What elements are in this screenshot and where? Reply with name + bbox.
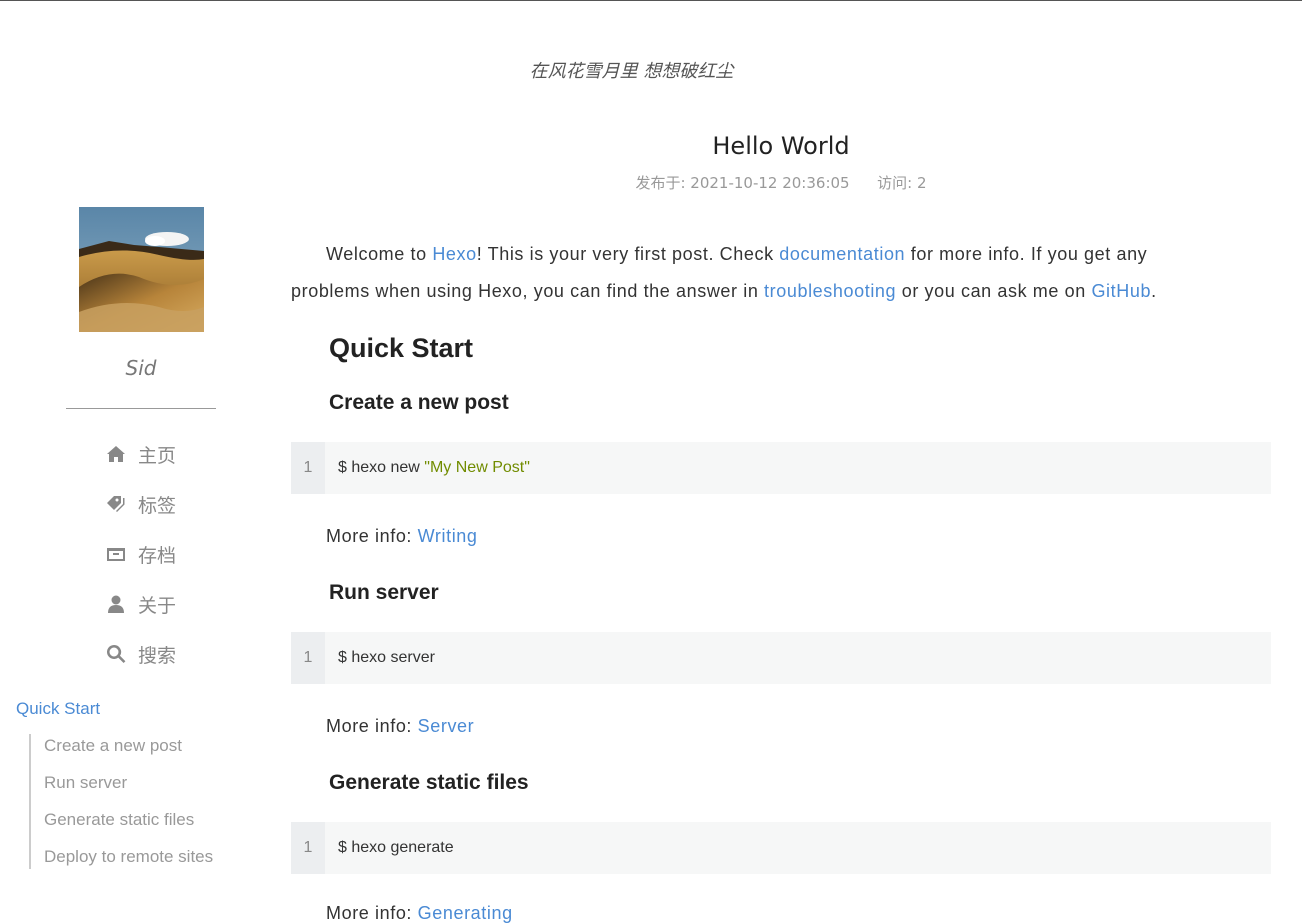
post-title: Hello World bbox=[712, 132, 850, 160]
heading-run-server: Run server bbox=[329, 581, 439, 604]
line-number: 1 bbox=[291, 822, 325, 874]
toc-item-generate-static[interactable]: Generate static files bbox=[44, 808, 213, 832]
toc-item-create-post[interactable]: Create a new post bbox=[44, 734, 213, 758]
generating-link[interactable]: Generating bbox=[418, 903, 513, 923]
more-info-label: More info: bbox=[326, 526, 418, 546]
more-info: More info: Server bbox=[326, 716, 474, 737]
server-link[interactable]: Server bbox=[418, 716, 475, 736]
code-line: $ hexo generate bbox=[325, 822, 454, 874]
hexo-link[interactable]: Hexo bbox=[432, 244, 476, 264]
more-info-label: More info: bbox=[326, 716, 418, 736]
author-name: Sid bbox=[125, 356, 157, 380]
nav-item-tags[interactable]: 标签 bbox=[105, 490, 176, 518]
archive-icon bbox=[105, 543, 127, 565]
code-block: 1 $ hexo new "My New Post" bbox=[291, 442, 1271, 494]
code-command: $ hexo server bbox=[338, 649, 435, 666]
intro-paragraph: Welcome to Hexo! This is your very first… bbox=[291, 236, 1226, 310]
user-icon bbox=[105, 593, 127, 615]
visits-count: 2 bbox=[917, 174, 927, 192]
intro-text: or you can ask me on bbox=[896, 281, 1092, 301]
divider bbox=[66, 408, 216, 409]
toc-item-deploy[interactable]: Deploy to remote sites bbox=[44, 845, 213, 869]
nav-item-label: 关于 bbox=[138, 594, 177, 617]
tags-icon bbox=[105, 493, 127, 515]
troubleshooting-link[interactable]: troubleshooting bbox=[764, 281, 896, 301]
avatar-image bbox=[79, 207, 204, 332]
nav-item-about[interactable]: 关于 bbox=[105, 590, 176, 618]
toc-sublist: Create a new post Run server Generate st… bbox=[29, 734, 213, 869]
heading-create-post: Create a new post bbox=[329, 391, 509, 414]
code-command: $ hexo generate bbox=[338, 839, 454, 856]
writing-link[interactable]: Writing bbox=[418, 526, 478, 546]
published-date: 2021-10-12 20:36:05 bbox=[690, 174, 850, 192]
code-block: 1 $ hexo generate bbox=[291, 822, 1271, 874]
code-command: $ hexo new bbox=[338, 459, 425, 476]
toc-item-run-server[interactable]: Run server bbox=[44, 771, 213, 795]
home-icon bbox=[105, 443, 127, 465]
post-meta: 发布于: 2021-10-12 20:36:05 访问: 2 bbox=[291, 172, 1271, 193]
intro-text: . bbox=[1151, 281, 1157, 301]
table-of-contents: Quick Start Create a new post Run server… bbox=[16, 697, 213, 882]
code-string: "My New Post" bbox=[424, 459, 530, 476]
code-line: $ hexo new "My New Post" bbox=[325, 442, 530, 494]
line-number: 1 bbox=[291, 632, 325, 684]
nav-item-home[interactable]: 主页 bbox=[105, 440, 176, 468]
heading-generate-static: Generate static files bbox=[329, 771, 529, 794]
nav-item-label: 搜索 bbox=[138, 644, 177, 667]
nav-item-label: 主页 bbox=[138, 444, 177, 467]
nav-item-label: 标签 bbox=[138, 494, 177, 517]
documentation-link[interactable]: documentation bbox=[779, 244, 905, 264]
more-info: More info: Writing bbox=[326, 526, 478, 547]
intro-text: ! This is your very first post. Check bbox=[476, 244, 780, 264]
search-icon bbox=[105, 643, 127, 665]
heading-quick-start: Quick Start bbox=[329, 333, 474, 363]
nav-item-archive[interactable]: 存档 bbox=[105, 540, 176, 568]
nav-item-label: 存档 bbox=[138, 544, 177, 567]
visits-label: 访问: bbox=[877, 174, 913, 192]
sidebar: Sid 主页 标签 存档 关于 搜索 Quick Start Create a … bbox=[0, 0, 280, 914]
code-line: $ hexo server bbox=[325, 632, 435, 684]
more-info-label: More info: bbox=[326, 903, 418, 923]
published-label: 发布于: bbox=[635, 174, 686, 192]
toc-item-quick-start[interactable]: Quick Start bbox=[16, 697, 213, 721]
line-number: 1 bbox=[291, 442, 325, 494]
intro-text: Welcome to bbox=[326, 244, 433, 264]
nav-item-search[interactable]: 搜索 bbox=[105, 640, 176, 668]
code-block: 1 $ hexo server bbox=[291, 632, 1271, 684]
nav-menu: 主页 标签 存档 关于 搜索 bbox=[105, 440, 176, 690]
github-link[interactable]: GitHub bbox=[1091, 281, 1151, 301]
avatar[interactable] bbox=[79, 207, 204, 332]
